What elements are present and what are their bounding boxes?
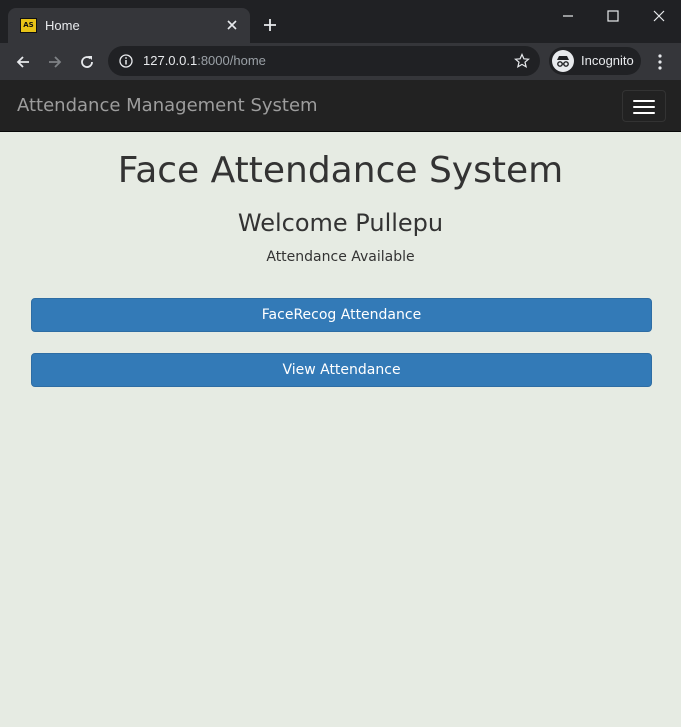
maximize-icon[interactable] bbox=[605, 8, 621, 24]
incognito-badge[interactable]: Incognito bbox=[549, 47, 641, 75]
close-tab-icon[interactable] bbox=[224, 17, 240, 33]
incognito-label: Incognito bbox=[581, 53, 634, 68]
browser-menu-icon[interactable] bbox=[652, 53, 668, 71]
browser-titlebar: AS Home bbox=[0, 0, 681, 43]
minimize-icon[interactable] bbox=[560, 8, 576, 24]
bookmark-star-icon[interactable] bbox=[514, 53, 530, 69]
main-content: Face Attendance System Welcome Pullepu A… bbox=[0, 132, 681, 727]
address-bar[interactable]: 127.0.0.1:8000/home bbox=[108, 46, 540, 76]
view-attendance-button[interactable]: View Attendance bbox=[31, 353, 652, 387]
welcome-heading: Welcome Pullepu bbox=[237, 209, 444, 237]
facerecog-attendance-button[interactable]: FaceRecog Attendance bbox=[31, 298, 652, 332]
tab-title: Home bbox=[45, 18, 80, 33]
url-path: :8000/home bbox=[197, 53, 266, 68]
url-text: 127.0.0.1:8000/home bbox=[143, 53, 266, 68]
site-favicon-icon: AS bbox=[20, 18, 37, 33]
hamburger-icon bbox=[633, 100, 655, 102]
new-tab-icon[interactable] bbox=[262, 17, 278, 33]
back-arrow-icon[interactable] bbox=[14, 53, 32, 71]
page-title: Face Attendance System bbox=[117, 150, 564, 191]
navbar-toggle-button[interactable] bbox=[622, 90, 666, 122]
browser-tab-home[interactable]: AS Home bbox=[8, 8, 250, 43]
site-info-icon[interactable] bbox=[119, 54, 133, 68]
close-window-icon[interactable] bbox=[651, 8, 667, 24]
site-navbar: Attendance Management System bbox=[0, 80, 681, 132]
attendance-status-text: Attendance Available bbox=[266, 249, 415, 265]
reload-icon[interactable] bbox=[78, 53, 96, 71]
browser-toolbar: 127.0.0.1:8000/home Incognito bbox=[0, 43, 681, 80]
forward-arrow-icon[interactable] bbox=[46, 53, 64, 71]
navbar-brand[interactable]: Attendance Management System bbox=[17, 95, 318, 116]
incognito-icon bbox=[552, 50, 574, 72]
url-host: 127.0.0.1 bbox=[143, 53, 198, 68]
